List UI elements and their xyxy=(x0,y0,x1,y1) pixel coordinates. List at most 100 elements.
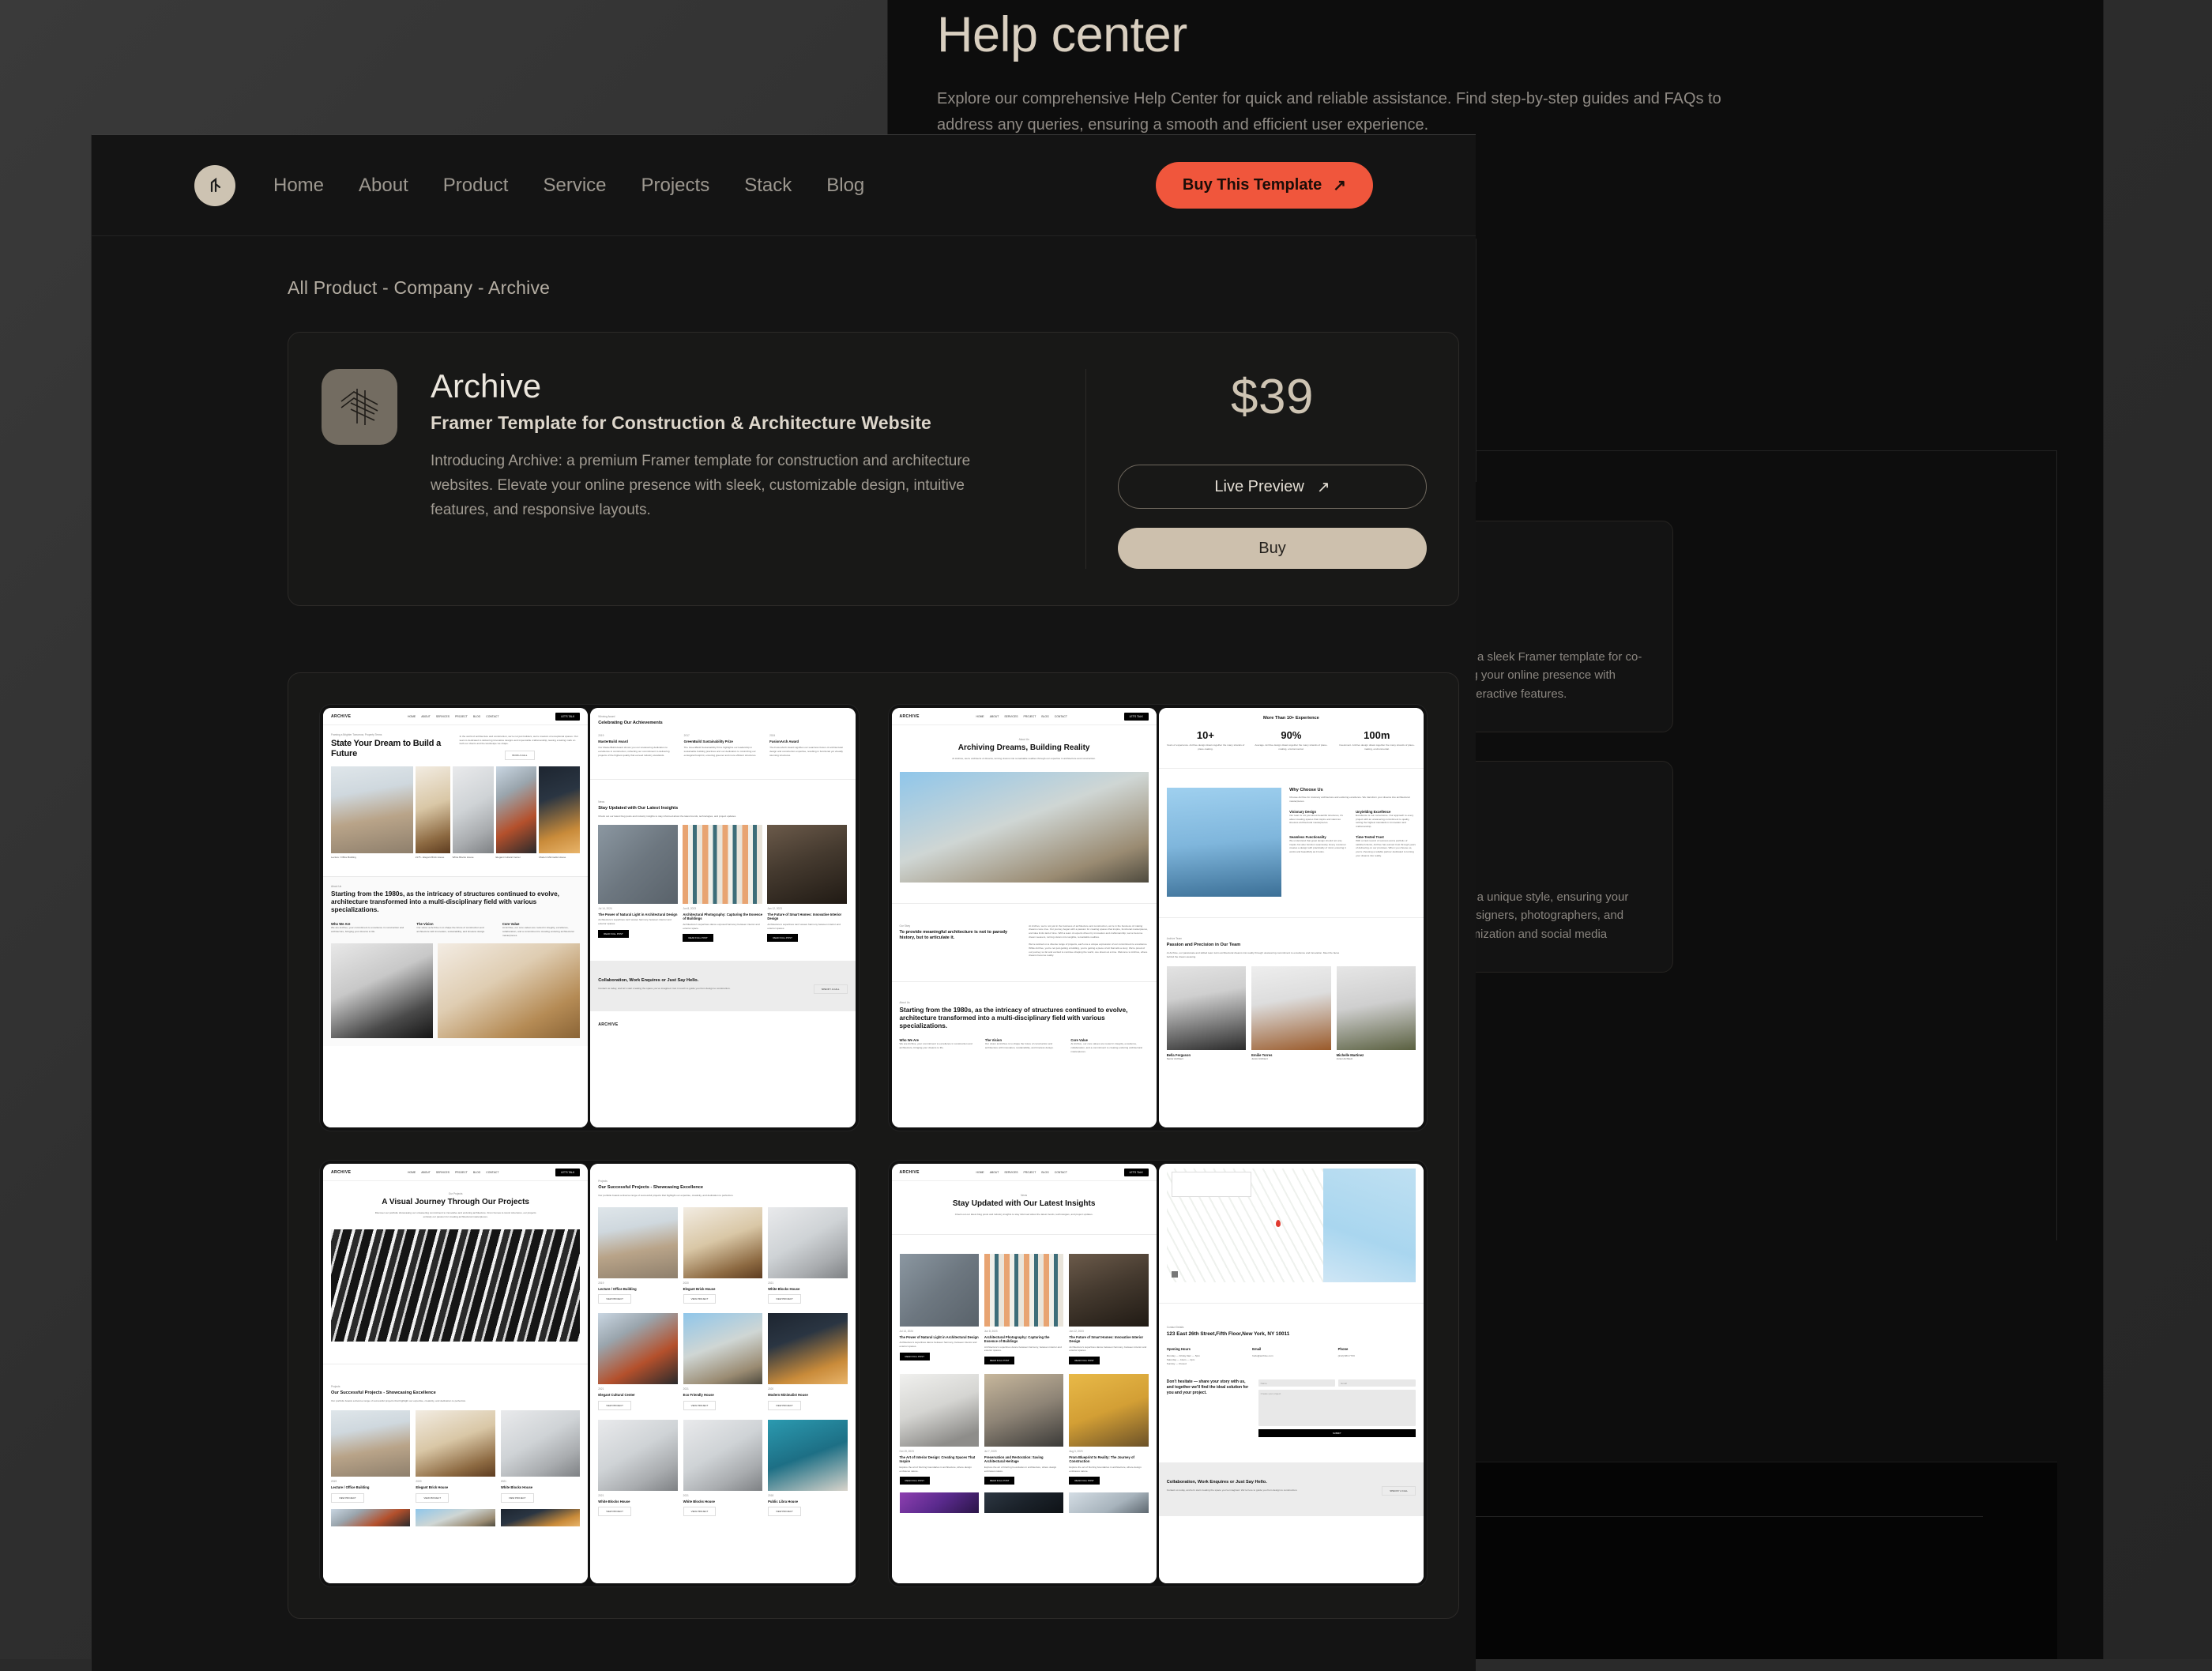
mini-stat-value: 90% xyxy=(1252,729,1330,741)
breadcrumb[interactable]: All Product - Company - Archive xyxy=(92,236,1476,299)
map-pin-icon xyxy=(1276,1220,1281,1227)
mini-nav-item: PROJECT xyxy=(1023,1171,1036,1174)
mini-project-button: VIEW PROJECT xyxy=(598,1507,631,1516)
mini-photo xyxy=(768,1313,847,1384)
mini-photo xyxy=(331,1410,410,1477)
screenshot-pair[interactable]: ARCHIVE HOME ABOUT SERVICES PROJECT BLOG… xyxy=(320,705,859,1131)
screenshot-about-hero[interactable]: ARCHIVE HOME ABOUT SERVICES PROJECT BLOG… xyxy=(892,708,1157,1127)
screenshot-home-hero[interactable]: ARCHIVE HOME ABOUT SERVICES PROJECT BLOG… xyxy=(323,708,588,1127)
mini-post-date: Jun 8, 2023 xyxy=(683,907,762,910)
mini-caption: Lecture / Office Building xyxy=(331,856,413,859)
mini-headline: A Visual Journey Through Our Projects xyxy=(331,1198,580,1207)
screenshot-pair[interactable]: ARCHIVE HOME ABOUT SERVICES PROJECT BLOG… xyxy=(889,705,1428,1131)
archive-logo-icon[interactable] xyxy=(194,165,235,206)
mini-project-button: VIEW PROJECT xyxy=(501,1493,534,1503)
product-summary-card: Archive Framer Template for Construction… xyxy=(288,332,1459,606)
mini-photo xyxy=(1167,966,1246,1050)
mini-project-year: 2019 xyxy=(331,1480,410,1483)
mini-input-email: Email xyxy=(1341,1382,1347,1385)
mini-team-role: Junior Architect xyxy=(1337,1057,1416,1060)
mini-nav-cta: LET'S TALK xyxy=(1124,713,1149,721)
mini-form-headline: Don't hesitate — share your story with u… xyxy=(1167,1379,1251,1396)
mini-photo xyxy=(496,766,537,853)
mini-post-date: Jul 14, 2024 xyxy=(900,1330,979,1333)
mini-photo xyxy=(900,1492,979,1513)
mini-nav-item: BLOG xyxy=(473,1171,480,1174)
mini-caption: 2175 - Elegant Brick House xyxy=(416,856,450,859)
mini-nav-item: CONTACT xyxy=(486,715,498,718)
mini-post-button: READ FULL POST xyxy=(900,1477,930,1485)
nav-link-projects[interactable]: Projects xyxy=(641,175,710,197)
mini-project-name: White Blocks House xyxy=(598,1500,677,1504)
product-title: Archive xyxy=(431,369,991,404)
mini-nav-item: PROJECT xyxy=(1023,715,1036,718)
mini-section-sub: Check out our latest blog posts and indu… xyxy=(598,815,777,819)
mini-post-button: READ FULL POST xyxy=(767,934,797,942)
architecture-sketch-icon xyxy=(322,369,397,445)
mini-photo xyxy=(331,1229,580,1342)
mini-map xyxy=(1167,1169,1416,1282)
mini-nav-item: SERVICES xyxy=(436,1171,450,1174)
mini-nav-item: CONTACT xyxy=(1055,715,1067,718)
mini-stat-label: Investment. Archive design draws togethe… xyxy=(1338,743,1416,751)
screenshot-projects-grid[interactable]: Projects Our Successful Projects - Showc… xyxy=(590,1164,855,1583)
mini-project-button: VIEW PROJECT xyxy=(683,1507,717,1516)
nav-link-home[interactable]: Home xyxy=(273,175,324,197)
mini-section-headline: Stay Updated with Our Latest Insights xyxy=(598,806,847,811)
mini-post-button: READ FULL POST xyxy=(984,1357,1014,1364)
mini-award-year: 2017 xyxy=(684,734,762,737)
live-preview-button[interactable]: Live Preview ↗ xyxy=(1118,465,1427,509)
screenshot-home-lower[interactable]: Winning Award Celebrating Our Achievemen… xyxy=(590,708,855,1127)
mini-project-year: 2021 xyxy=(683,1494,762,1497)
mini-photo xyxy=(416,1410,495,1477)
mini-project-button: VIEW PROJECT xyxy=(683,1294,717,1304)
mini-photo xyxy=(984,1254,1063,1327)
mini-post-button: READ FULL POST xyxy=(900,1353,930,1361)
screenshot-pair[interactable]: ARCHIVE HOME ABOUT SERVICES PROJECT BLOG… xyxy=(889,1161,1428,1586)
product-detail-modal: Home About Product Service Projects Stac… xyxy=(91,134,1476,1671)
mini-post-title: The Future of Smart Homes: Innovative In… xyxy=(1069,1335,1148,1344)
mini-post-button: READ FULL POST xyxy=(683,934,713,942)
mini-project-name: White Blocks House xyxy=(501,1485,580,1489)
mini-sub: At Archive, we're architects of dreams, … xyxy=(946,757,1100,761)
mini-brand: ARCHIVE xyxy=(900,714,920,719)
nav-link-product[interactable]: Product xyxy=(443,175,509,197)
mini-photo xyxy=(1069,1374,1148,1447)
mini-post-button: READ FULL POST xyxy=(984,1477,1014,1485)
mini-photo xyxy=(331,1509,410,1526)
mini-eyebrow: About Us xyxy=(900,1001,1149,1004)
mini-nav-item: HOME xyxy=(976,1171,984,1174)
mini-project-name: Public Libra House xyxy=(768,1500,847,1504)
mini-project-button: VIEW PROJECT xyxy=(598,1294,631,1304)
mini-story: At Archive, we're not just in the busine… xyxy=(1029,924,1149,939)
mini-hero-button: BOOK A CALL xyxy=(505,751,536,760)
mini-col-body: Our vision at Archive is to shape the fu… xyxy=(985,1042,1063,1049)
screenshot-blog[interactable]: ARCHIVE HOME ABOUT SERVICES PROJECT BLOG… xyxy=(892,1164,1157,1583)
mini-submit-button: SUBMIT xyxy=(1258,1429,1416,1437)
buy-this-template-button[interactable]: Buy This Template ↗ xyxy=(1156,162,1373,209)
mini-brand: ARCHIVE xyxy=(900,1170,920,1175)
product-price: $39 xyxy=(1231,369,1314,425)
mini-post-excerpt: Explore the art of blurring boundaries i… xyxy=(984,1466,1063,1473)
mini-photo xyxy=(453,766,494,853)
mini-nav-item: PROJECT xyxy=(455,1171,468,1174)
nav-link-stack[interactable]: Stack xyxy=(744,175,792,197)
buy-button[interactable]: Buy xyxy=(1118,528,1427,569)
nav-link-about[interactable]: About xyxy=(359,175,408,197)
screenshot-contact[interactable]: Contact Details 123 East 26th Street,Fif… xyxy=(1159,1164,1424,1583)
mini-nav-item: HOME xyxy=(408,1171,416,1174)
mini-photo xyxy=(331,943,433,1038)
nav-link-service[interactable]: Service xyxy=(543,175,606,197)
mini-post-excerpt: Architecture's superlines can't weave ha… xyxy=(598,918,678,925)
mini-intro: In the world of architecture and constru… xyxy=(460,735,581,746)
mini-brand: ARCHIVE xyxy=(331,714,351,719)
screenshot-projects-hero[interactable]: ARCHIVE HOME ABOUT SERVICES PROJECT BLOG… xyxy=(323,1164,588,1583)
mini-nav-item: HOME xyxy=(976,715,984,718)
nav-link-blog[interactable]: Blog xyxy=(826,175,864,197)
mini-eyebrow: Our Projects xyxy=(331,1192,580,1195)
screenshot-about-lower[interactable]: More Than 10+ Experience 10+ Years of ex… xyxy=(1159,708,1424,1127)
mini-stat-label: Average. Archive design draws together t… xyxy=(1252,743,1330,751)
mini-post-excerpt: Architecture's superlines dance exposed … xyxy=(683,923,762,930)
screenshot-pair[interactable]: ARCHIVE HOME ABOUT SERVICES PROJECT BLOG… xyxy=(320,1161,859,1586)
mini-headline: State Your Dream to Build a Future xyxy=(331,739,452,759)
